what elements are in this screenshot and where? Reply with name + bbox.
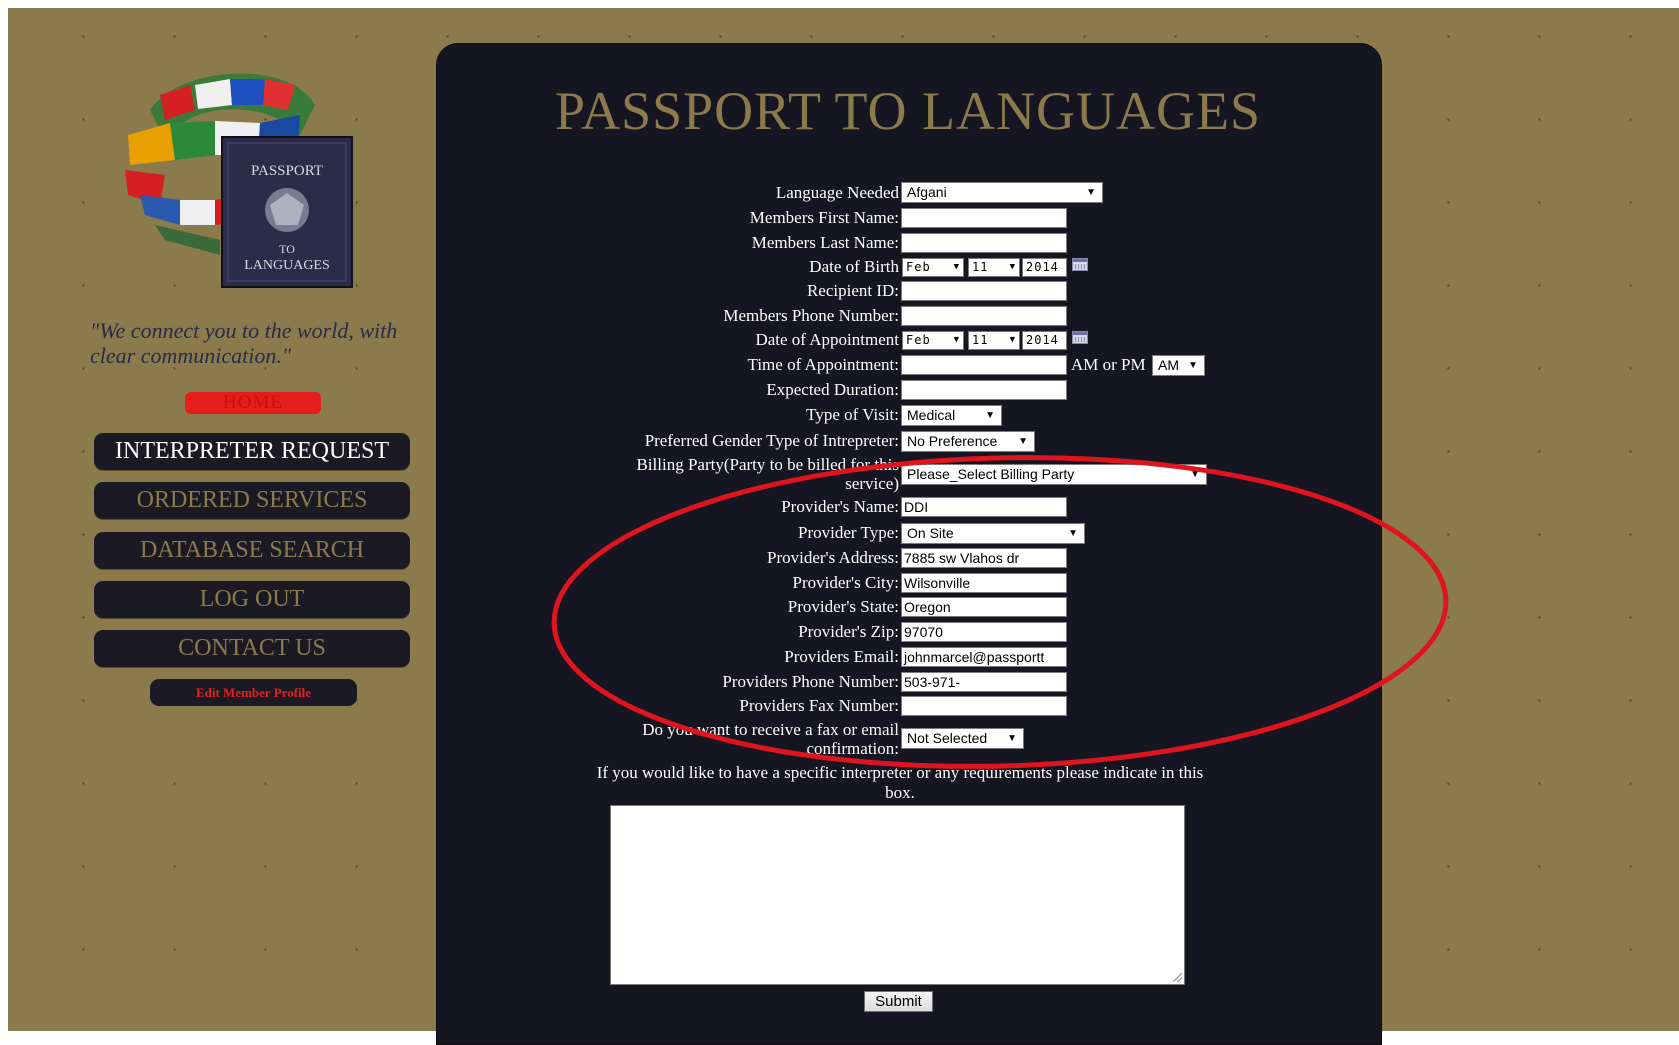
- provider-name-label: Provider's Name:: [781, 497, 899, 516]
- provider-type-label: Provider Type:: [798, 523, 899, 542]
- provider-email-label: Providers Email:: [784, 647, 899, 666]
- submit-button[interactable]: Submit: [864, 991, 933, 1012]
- dob-month-value: Feb: [906, 260, 931, 274]
- passport-logo: PASSPORT TO LANGUAGES: [125, 73, 353, 288]
- last-name-label: Members Last Name:: [751, 233, 899, 252]
- svg-text:PASSPORT: PASSPORT: [251, 163, 323, 179]
- calendar-icon[interactable]: [1072, 331, 1088, 344]
- billing-party-label-line1: Billing Party(Party to be billed for thi…: [636, 455, 899, 474]
- resize-grip-icon[interactable]: [1173, 973, 1182, 982]
- gender-preference-select[interactable]: No Preference ▼: [901, 431, 1035, 452]
- appointment-day-select[interactable]: 11 ▼: [968, 331, 1020, 350]
- chevron-down-icon: ▼: [953, 262, 959, 272]
- provider-type-value: On Site: [907, 525, 954, 541]
- am-pm-value: AM: [1158, 357, 1179, 373]
- appointment-year-value: 2014: [1026, 333, 1059, 347]
- page-title: PASSPORT TO LANGUAGES: [555, 81, 1261, 141]
- dob-label: Date of Birth: [809, 257, 899, 276]
- member-phone-input[interactable]: [901, 306, 1067, 326]
- confirmation-label-line2: confirmation:: [806, 739, 899, 758]
- provider-city-input[interactable]: Wilsonville: [901, 573, 1067, 593]
- gender-preference-label: Preferred Gender Type of Intrepreter:: [644, 431, 899, 450]
- gender-preference-value: No Preference: [907, 433, 998, 449]
- billing-party-label-line2: service): [845, 474, 899, 493]
- provider-address-input[interactable]: 7885 sw Vlahos dr: [901, 548, 1067, 568]
- provider-zip-input[interactable]: 97070: [901, 622, 1067, 642]
- chevron-down-icon: ▼: [1068, 528, 1078, 539]
- dob-day-select[interactable]: 11 ▼: [968, 258, 1020, 277]
- billing-party-label: Billing Party(Party to be billed for thi…: [636, 455, 899, 493]
- confirmation-select[interactable]: Not Selected ▼: [901, 728, 1024, 749]
- member-phone-label: Members Phone Number:: [723, 306, 899, 325]
- provider-state-label: Provider's State:: [787, 597, 899, 616]
- visit-type-select[interactable]: Medical ▼: [901, 405, 1002, 426]
- confirmation-value: Not Selected: [907, 730, 988, 746]
- chevron-down-icon: ▼: [1009, 335, 1015, 345]
- visit-type-value: Medical: [907, 407, 956, 423]
- recipient-id-label: Recipient ID:: [806, 281, 899, 300]
- nav-contact-us[interactable]: CONTACT US: [94, 630, 410, 667]
- chevron-down-icon: ▼: [1190, 469, 1200, 480]
- nav-interpreter-request[interactable]: INTERPRETER REQUEST: [94, 433, 410, 470]
- confirmation-label: Do you want to receive a fax or email co…: [642, 720, 899, 758]
- provider-fax-input[interactable]: [901, 696, 1067, 716]
- appointment-month-value: Feb: [906, 333, 931, 347]
- appointment-date-label: Date of Appointment: [755, 330, 899, 349]
- nav-log-out[interactable]: LOG OUT: [94, 581, 410, 618]
- chevron-down-icon: ▼: [1188, 360, 1198, 371]
- language-value: Afgani: [907, 184, 947, 200]
- recipient-id-input[interactable]: [901, 281, 1067, 301]
- provider-fax-label: Providers Fax Number:: [739, 696, 899, 715]
- nav-ordered-services[interactable]: ORDERED SERVICES: [94, 482, 410, 519]
- chevron-down-icon: ▼: [1009, 262, 1015, 272]
- confirmation-label-line1: Do you want to receive a fax or email: [642, 720, 899, 739]
- chevron-down-icon: ▼: [1086, 187, 1096, 198]
- svg-text:LANGUAGES: LANGUAGES: [244, 258, 330, 273]
- last-name-input[interactable]: [901, 233, 1067, 253]
- provider-phone-label: Providers Phone Number:: [722, 672, 899, 691]
- first-name-input[interactable]: [901, 208, 1067, 228]
- provider-email-input[interactable]: johnmarcel@passportt: [901, 647, 1067, 667]
- requirements-textarea[interactable]: [610, 805, 1185, 985]
- billing-party-select[interactable]: Please_Select Billing Party ▼: [901, 464, 1207, 485]
- dob-year-input[interactable]: 2014: [1022, 258, 1067, 277]
- duration-label: Expected Duration:: [766, 380, 899, 399]
- provider-address-label: Provider's Address:: [767, 548, 899, 567]
- visit-type-label: Type of Visit:: [806, 405, 899, 424]
- specific-interpreter-note: If you would like to have a specific int…: [596, 763, 1204, 802]
- appointment-time-label: Time of Appointment:: [747, 355, 899, 374]
- svg-text:TO: TO: [279, 242, 295, 256]
- tagline: "We connect you to the world, with clear…: [90, 318, 398, 368]
- provider-type-select[interactable]: On Site ▼: [901, 523, 1085, 544]
- edit-member-profile-button[interactable]: Edit Member Profile: [150, 679, 357, 706]
- provider-city-label: Provider's City:: [792, 573, 899, 592]
- billing-party-value: Please_Select Billing Party: [907, 466, 1075, 482]
- provider-name-input[interactable]: DDI: [901, 497, 1067, 517]
- provider-state-input[interactable]: Oregon: [901, 597, 1067, 617]
- appointment-year-input[interactable]: 2014: [1022, 331, 1067, 350]
- home-button[interactable]: HOME: [185, 392, 321, 414]
- duration-input[interactable]: [901, 380, 1067, 400]
- first-name-label: Members First Name:: [749, 208, 899, 227]
- provider-zip-label: Provider's Zip:: [798, 622, 899, 641]
- appointment-month-select[interactable]: Feb ▼: [902, 331, 964, 350]
- chevron-down-icon: ▼: [1007, 733, 1017, 744]
- provider-phone-input[interactable]: 503-971-: [901, 672, 1067, 692]
- chevron-down-icon: ▼: [953, 335, 959, 345]
- dob-day-value: 11: [972, 260, 989, 274]
- calendar-icon[interactable]: [1072, 258, 1088, 271]
- nav-database-search[interactable]: DATABASE SEARCH: [94, 532, 410, 569]
- am-pm-select[interactable]: AM ▼: [1152, 355, 1205, 376]
- chevron-down-icon: ▼: [985, 410, 995, 421]
- dob-year-value: 2014: [1026, 260, 1059, 274]
- language-label: Language Needed: [775, 183, 899, 202]
- appointment-time-input[interactable]: [901, 355, 1067, 375]
- dob-month-select[interactable]: Feb ▼: [902, 258, 964, 277]
- am-pm-label: AM or PM: [1071, 355, 1146, 374]
- chevron-down-icon: ▼: [1018, 436, 1028, 447]
- appointment-day-value: 11: [972, 333, 989, 347]
- language-select[interactable]: Afgani ▼: [901, 182, 1103, 203]
